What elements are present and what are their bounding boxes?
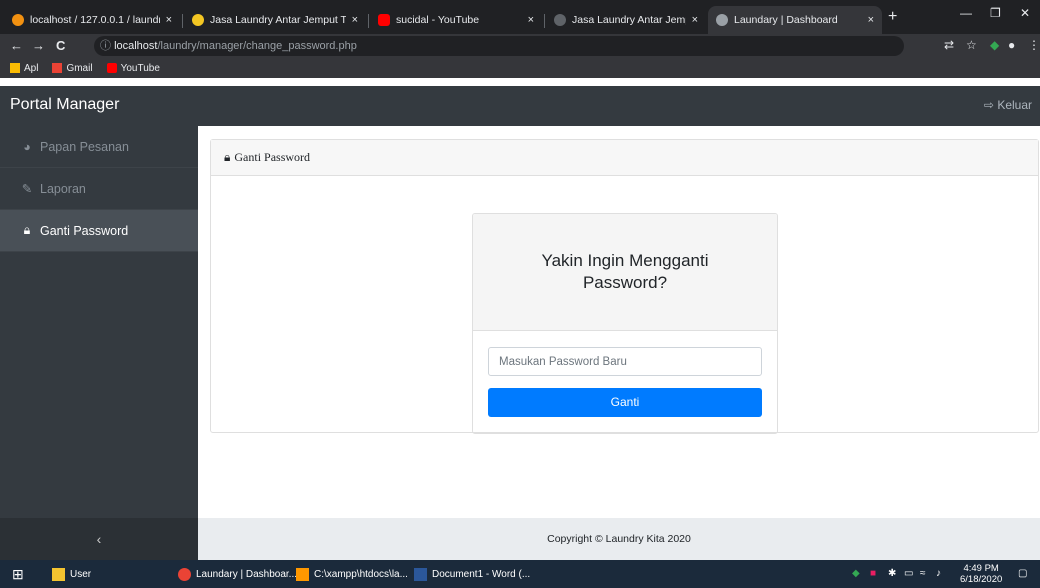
phpmyadmin-icon: [12, 14, 24, 26]
wifi-icon[interactable]: ≈: [920, 568, 926, 579]
taskbar-item-sublime[interactable]: C:\xampp\htdocs\la...: [296, 560, 408, 588]
sidebar-item-label: Ganti Password: [40, 223, 129, 238]
tab-title: localhost / 127.0.0.1 / laundry: [30, 14, 160, 26]
youtube-icon: [106, 63, 117, 73]
browser-tab-strip: localhost / 127.0.0.1 / laundry × Jasa L…: [0, 0, 1040, 34]
bluetooth-icon[interactable]: ✱: [888, 568, 896, 579]
profile-icon[interactable]: ●: [1008, 38, 1015, 52]
sign-out-icon: ⇨: [983, 98, 994, 112]
tray-extension-icon[interactable]: ◆: [852, 568, 860, 579]
taskbar-user-label: User: [70, 568, 92, 580]
tab-title: Jasa Laundry Antar Jemput Ter: [210, 14, 346, 26]
browser-tab[interactable]: localhost / 127.0.0.1 / laundry ×: [4, 6, 180, 34]
notification-icon[interactable]: ▢: [1018, 568, 1027, 579]
bookmark-label: Gmail: [66, 62, 93, 74]
change-password-card: 🔒︎ Ganti Password Yakin Ingin Mengganti …: [210, 139, 1039, 434]
card-header: 🔒︎ Ganti Password: [211, 140, 1038, 176]
tab-title: sucidal - YouTube: [396, 14, 480, 26]
edit-icon: ✎: [21, 182, 33, 196]
back-icon[interactable]: ←: [10, 38, 23, 53]
menu-dots-icon[interactable]: ⋮: [1028, 38, 1040, 52]
close-tab-icon[interactable]: ×: [692, 14, 698, 26]
clock-time: 4:49 PM: [963, 563, 999, 574]
forward-icon[interactable]: →: [32, 38, 45, 53]
apps-grid-icon: [10, 63, 20, 73]
sidebar: ◕ Papan Pesanan ✎ Laporan 🔒︎ Ganti Passw…: [0, 126, 198, 560]
taskbar-item-word[interactable]: Document1 - Word (...: [414, 560, 530, 588]
bookmarks-bar: Apl Gmail YouTube: [0, 58, 1040, 78]
clock-date: 6/18/2020: [960, 574, 1003, 585]
bookmark-star-icon[interactable]: ☆: [966, 38, 977, 52]
chrome-icon: [178, 567, 191, 581]
confirm-prompt-title: Yakin Ingin Mengganti Password?: [473, 214, 777, 331]
close-tab-icon[interactable]: ×: [166, 14, 172, 26]
sublime-icon: [296, 567, 309, 581]
close-window-icon[interactable]: ✕: [1020, 6, 1030, 20]
taskbar-user[interactable]: User: [52, 560, 91, 588]
logout-link[interactable]: ⇨ Keluar: [984, 98, 1032, 112]
browser-tab-active[interactable]: Laundary | Dashboard ×: [708, 6, 882, 34]
brand-title[interactable]: Portal Manager: [10, 96, 119, 114]
close-tab-icon[interactable]: ×: [868, 14, 874, 26]
new-password-input[interactable]: [488, 347, 762, 376]
sidebar-item-papan-pesanan[interactable]: ◕ Papan Pesanan: [0, 126, 198, 168]
submit-button[interactable]: Ganti: [488, 388, 762, 417]
sidebar-item-ganti-password[interactable]: 🔒︎ Ganti Password: [0, 210, 198, 252]
globe-icon: [716, 14, 728, 26]
lock-icon: 🔒︎: [224, 150, 231, 164]
taskbar-item-chrome[interactable]: Laundary | Dashboar...: [178, 560, 297, 588]
sidebar-item-label: Papan Pesanan: [40, 139, 129, 154]
sidebar-item-laporan[interactable]: ✎ Laporan: [0, 168, 198, 210]
browser-tab[interactable]: sucidal - YouTube ×: [370, 6, 542, 34]
password-form-card: Yakin Ingin Mengganti Password? Ganti: [472, 213, 778, 434]
bookmark-gmail[interactable]: Gmail: [52, 62, 93, 74]
footer-copyright: Copyright © Laundry Kita 2020: [198, 518, 1040, 560]
globe-icon: [554, 14, 566, 26]
taskbar-item-label: Laundary | Dashboar...: [196, 568, 297, 580]
bookmark-apps[interactable]: Apl: [10, 63, 38, 74]
tab-title: Jasa Laundry Antar Jemput Ter: [572, 14, 686, 26]
card-title: Ganti Password: [234, 150, 311, 164]
clock[interactable]: 4:49 PM 6/18/2020: [960, 563, 1002, 585]
youtube-icon: [378, 14, 390, 26]
dashboard-icon: ◕: [23, 139, 31, 154]
volume-icon[interactable]: ♪: [936, 568, 941, 579]
restore-window-icon[interactable]: ❐: [990, 6, 1001, 20]
extension-icon[interactable]: ◆: [990, 38, 999, 52]
bookmark-youtube[interactable]: YouTube: [106, 62, 160, 74]
address-bar-row: ← → C ⓘ localhost/laundry/manager/change…: [0, 34, 1040, 58]
url-path: /laundry/manager/change_password.php: [157, 40, 357, 52]
url-host: localhost: [114, 40, 158, 52]
folder-icon: [52, 567, 65, 581]
new-tab-button[interactable]: +: [888, 8, 897, 26]
windows-start-icon[interactable]: ⊞: [12, 560, 24, 588]
sidebar-toggle-button[interactable]: ‹: [0, 518, 198, 560]
gmail-icon: [52, 63, 63, 73]
laundry-favicon-icon: [192, 14, 204, 26]
minimize-window-icon[interactable]: —: [960, 6, 972, 20]
reload-icon[interactable]: C: [56, 38, 65, 53]
taskbar-item-label: Document1 - Word (...: [432, 568, 531, 580]
os-taskbar: ⊞ User Laundary | Dashboar... C:\xampp\h…: [0, 560, 1040, 588]
word-icon: [414, 567, 427, 581]
lock-icon: 🔒︎: [23, 223, 31, 237]
browser-tab[interactable]: Jasa Laundry Antar Jemput Ter ×: [546, 6, 706, 34]
taskbar-item-label: C:\xampp\htdocs\la...: [314, 568, 408, 580]
url-field[interactable]: ⓘ localhost/laundry/manager/change_passw…: [94, 36, 904, 56]
logout-label: Keluar: [997, 98, 1032, 112]
close-tab-icon[interactable]: ×: [528, 14, 534, 26]
bookmark-label: Apl: [24, 62, 39, 74]
bookmark-label: YouTube: [120, 62, 160, 74]
tray-app-icon[interactable]: ■: [870, 568, 876, 579]
close-tab-icon[interactable]: ×: [352, 14, 358, 26]
battery-icon[interactable]: ▭: [904, 568, 913, 579]
translate-icon[interactable]: ⇄: [944, 38, 954, 52]
browser-tab[interactable]: Jasa Laundry Antar Jemput Ter ×: [184, 6, 366, 34]
info-icon[interactable]: ⓘ: [100, 40, 111, 52]
tab-title: Laundary | Dashboard: [734, 14, 838, 26]
main-content: 🔒︎ Ganti Password Yakin Ingin Mengganti …: [198, 126, 1040, 518]
top-navbar: Portal Manager ⇨ Keluar: [0, 86, 1040, 126]
sidebar-item-label: Laporan: [40, 181, 86, 196]
